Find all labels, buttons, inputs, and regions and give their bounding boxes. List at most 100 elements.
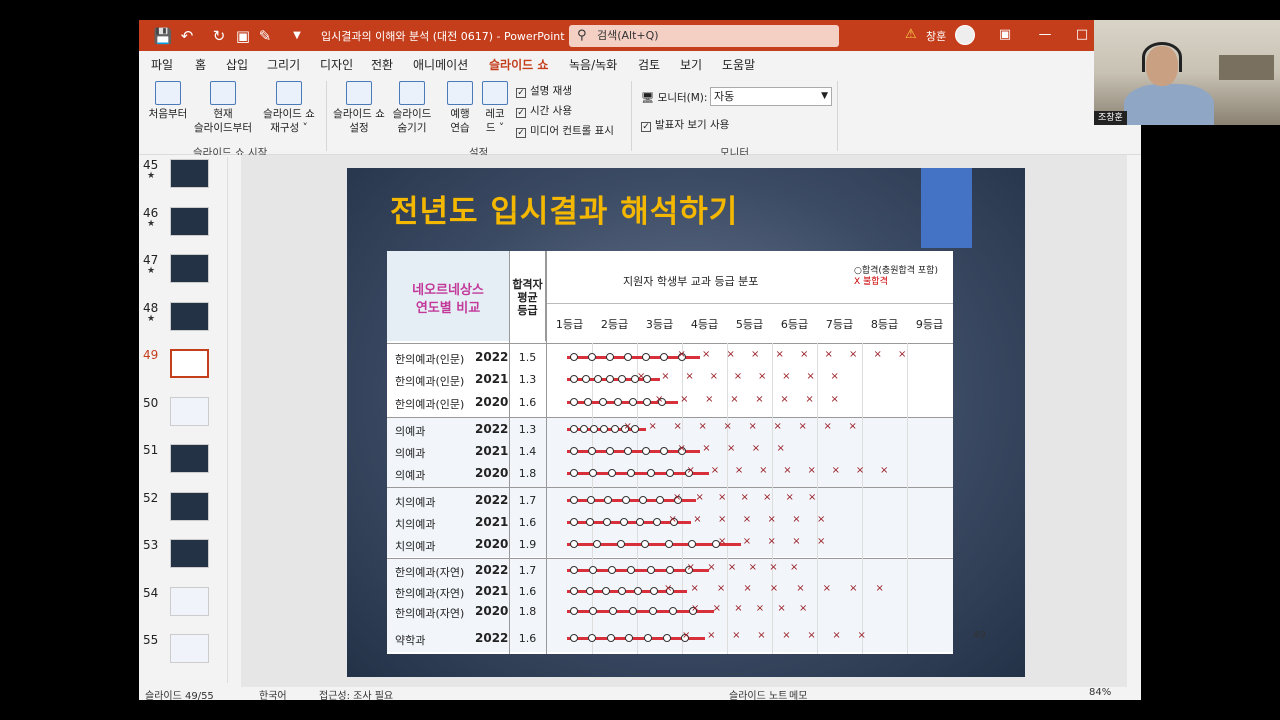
slide-thumbnail[interactable] <box>170 586 209 616</box>
present-icon[interactable]: ▣ <box>233 26 253 46</box>
slide-thumbnail[interactable] <box>170 396 209 426</box>
department-name: 의예과 <box>395 469 426 482</box>
notes-button[interactable]: 슬라이드 노트 <box>729 687 787 700</box>
from-current-button[interactable]: 현재 슬라이드부터 <box>191 81 255 135</box>
comments-button[interactable]: 메모 <box>789 687 807 700</box>
fail-marker: × <box>767 536 776 547</box>
zoom-level[interactable]: 84% <box>1089 687 1111 698</box>
tab-file[interactable]: 파일 <box>151 56 173 73</box>
ribbon-display-icon[interactable]: ▣ <box>995 25 1015 45</box>
slide-thumbnail[interactable] <box>170 301 209 331</box>
setup-show-button[interactable]: 슬라이드 쇼 설정 <box>331 81 387 135</box>
fail-marker: × <box>790 562 799 573</box>
pass-marker <box>646 469 655 477</box>
current-slide[interactable]: 전년도 입시결과 해석하기 네오르네상스 연도별 비교 합격자 평균 등급 지원… <box>347 168 1025 677</box>
play-icon <box>155 81 181 105</box>
pass-marker <box>569 496 578 504</box>
fail-marker: × <box>727 443 736 454</box>
quick-access-icon[interactable]: ✎ <box>255 26 275 46</box>
fail-marker: × <box>875 583 884 594</box>
slide-thumbnail[interactable] <box>170 634 209 663</box>
thumbnail-number: 46 <box>143 205 159 220</box>
canvas-scrollbar[interactable] <box>1127 155 1141 687</box>
animation-star-icon: ★ <box>147 266 156 276</box>
slide-thumbnail[interactable] <box>170 254 209 283</box>
fail-marker: × <box>648 421 657 432</box>
minimize-icon[interactable]: — <box>1035 25 1055 45</box>
thumbnail-scrollbar[interactable] <box>227 157 238 683</box>
tab-transitions[interactable]: 전환 <box>371 56 393 73</box>
custom-show-button[interactable]: 슬라이드 쇼 재구성 ˅ <box>259 81 319 135</box>
fail-marker: × <box>723 421 732 432</box>
user-name[interactable]: 창훈 <box>926 28 946 44</box>
redo-icon[interactable]: ↻ <box>209 26 229 46</box>
fail-marker: × <box>785 492 794 503</box>
language[interactable]: 한국어 <box>259 687 287 700</box>
timing-checkbox[interactable]: ✓ 시간 사용 <box>516 103 572 118</box>
pass-marker <box>640 540 649 548</box>
tab-design[interactable]: 디자인 <box>320 56 353 73</box>
record-button[interactable]: 레코 드 ˅ <box>479 81 511 135</box>
from-beginning-button[interactable]: 처음부터 <box>145 81 191 121</box>
tab-animations[interactable]: 애니메이션 <box>413 56 468 73</box>
hide-slide-button[interactable]: 슬라이드 숨기기 <box>389 81 435 135</box>
media-controls-checkbox[interactable]: ✓ 미디어 컨트롤 표시 <box>516 123 614 138</box>
fail-marker: × <box>832 630 841 641</box>
slide-thumbnail[interactable] <box>170 349 209 378</box>
customize-qat-icon[interactable]: ▼ <box>287 26 307 46</box>
fail-marker: × <box>661 371 670 382</box>
tab-draw[interactable]: 그리기 <box>267 56 300 73</box>
table-row: 치의예과 2021 1.6 × × × × × × × <box>387 512 953 533</box>
pass-marker <box>653 518 662 526</box>
tab-record[interactable]: 녹음/녹화 <box>569 56 617 73</box>
page-number: 49 <box>973 630 986 641</box>
fail-marker: × <box>773 421 782 432</box>
slide-thumbnail[interactable] <box>170 491 209 521</box>
table-row: 치의예과 2020 1.9 × × × × × <box>387 534 953 555</box>
tab-view[interactable]: 보기 <box>680 56 702 73</box>
tab-insert[interactable]: 삽입 <box>226 56 248 73</box>
monitor-select[interactable]: 자동 ▼ <box>710 87 832 106</box>
headset-icon <box>1142 42 1182 72</box>
tab-review[interactable]: 검토 <box>638 56 660 73</box>
comparison-table: 네오르네상스 연도별 비교 합격자 평균 등급 지원자 학생부 교과 등급 분포… <box>387 251 953 654</box>
check-icon: ✓ <box>516 108 526 118</box>
group-separator <box>326 81 327 151</box>
fail-marker: × <box>732 630 741 641</box>
narration-checkbox[interactable]: ✓ 설명 재생 <box>516 83 572 98</box>
rehearse-button[interactable]: 예행 연습 <box>444 81 476 135</box>
maximize-icon[interactable]: □ <box>1072 25 1092 45</box>
accessibility[interactable]: 접근성: 조사 필요 <box>319 687 393 700</box>
pass-marker <box>628 398 637 406</box>
slide-thumbnail[interactable] <box>170 539 209 568</box>
tab-help[interactable]: 도움말 <box>722 56 755 73</box>
monitor-value: 자동 <box>714 90 735 103</box>
pass-marker <box>618 375 627 383</box>
pass-marker <box>649 587 658 595</box>
pass-marker <box>641 353 650 361</box>
pass-marker <box>569 634 578 642</box>
warning-icon[interactable]: ⚠ <box>905 27 917 42</box>
pass-marker <box>588 634 597 642</box>
average-grade: 1.6 <box>518 516 537 529</box>
search-box[interactable]: ⚲ 검색(Alt+Q) <box>569 25 839 47</box>
slide-thumbnail[interactable] <box>170 206 209 236</box>
save-icon[interactable]: 💾 <box>153 26 173 46</box>
undo-icon[interactable]: ↶ <box>177 26 197 46</box>
fail-marker: × <box>824 349 833 360</box>
fail-marker: × <box>673 492 682 503</box>
fail-marker: × <box>718 514 727 525</box>
fail-marker: × <box>792 514 801 525</box>
pass-marker <box>608 469 617 477</box>
tab-home[interactable]: 홈 <box>195 56 206 73</box>
slide-thumbnail[interactable] <box>170 159 209 188</box>
department-name: 치의예과 <box>395 540 436 553</box>
presenter-view-checkbox[interactable]: ✓ 발표자 보기 사용 <box>641 117 729 132</box>
fail-marker: × <box>677 443 686 454</box>
slide-thumbnail[interactable] <box>170 444 209 473</box>
tab-slideshow[interactable]: 슬라이드 쇼 <box>489 56 549 77</box>
pass-marker <box>585 587 594 595</box>
avatar[interactable] <box>955 25 975 45</box>
fail-marker: × <box>751 443 761 454</box>
pass-marker <box>569 398 578 406</box>
